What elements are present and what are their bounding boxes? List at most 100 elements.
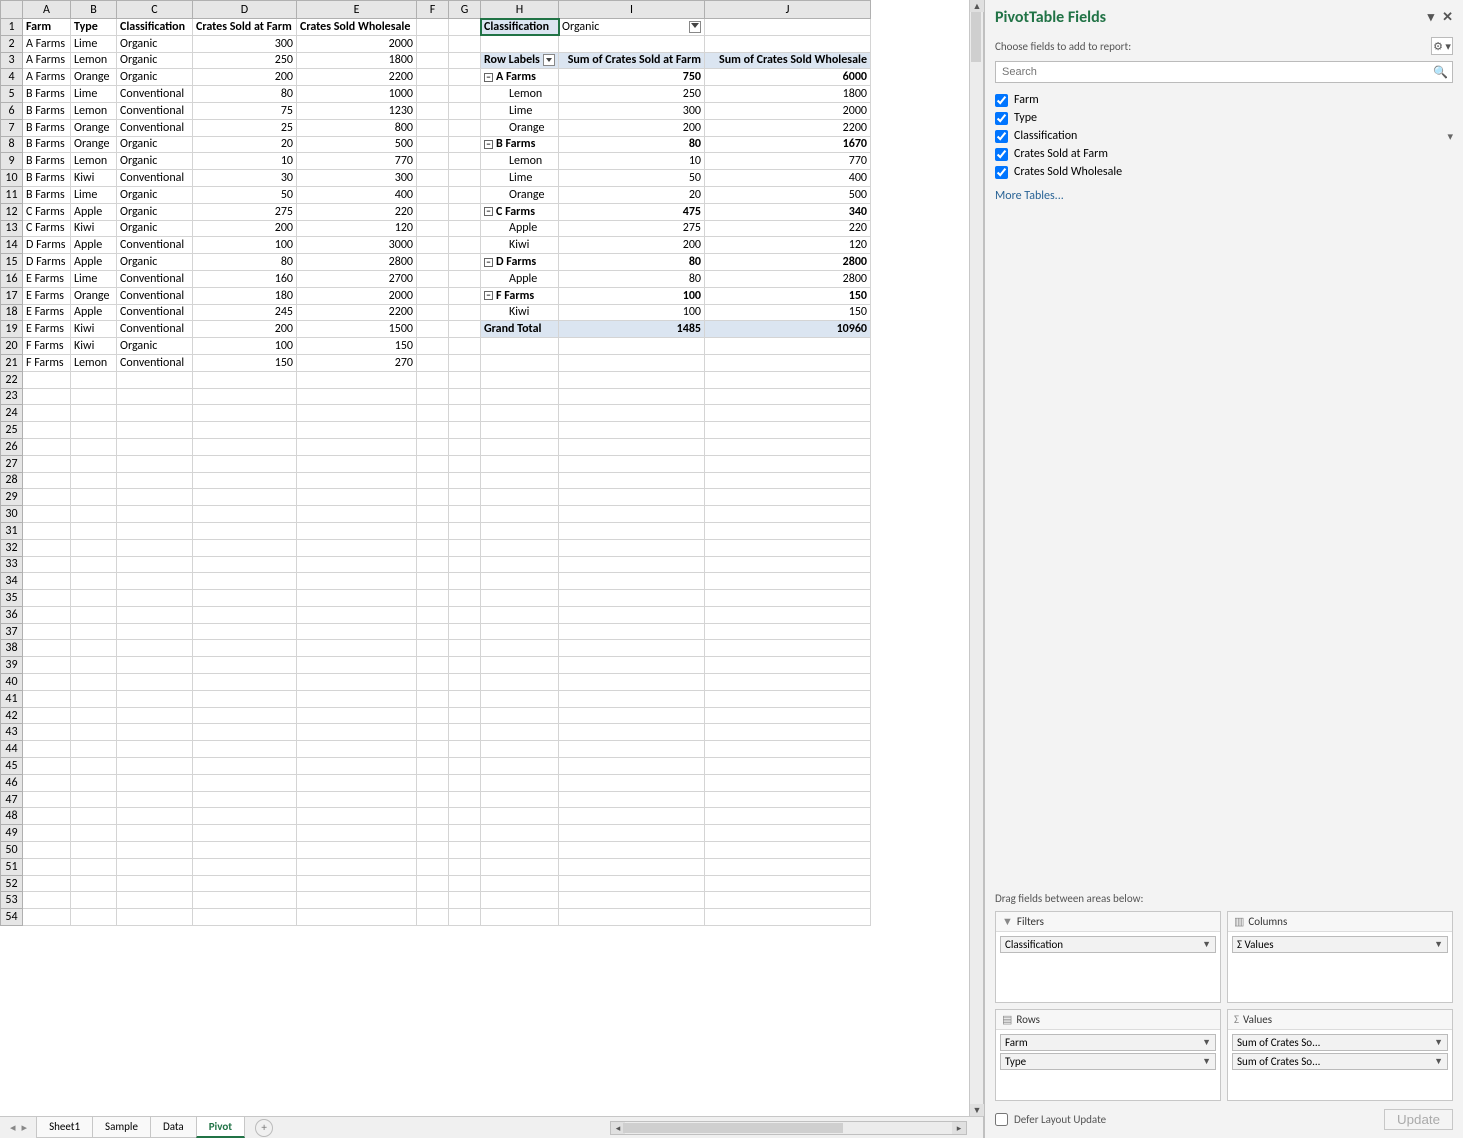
cell-F30[interactable] [417, 506, 449, 523]
cell-A16[interactable]: E Farms [23, 270, 71, 287]
cell-B36[interactable] [71, 606, 117, 623]
cell-E43[interactable] [297, 724, 417, 741]
cell-B21[interactable]: Lemon [71, 354, 117, 371]
cell-F13[interactable] [417, 220, 449, 237]
cell-H30[interactable] [481, 506, 559, 523]
cell-B14[interactable]: Apple [71, 237, 117, 254]
cell-G22[interactable] [449, 371, 481, 388]
row-header-46[interactable]: 46 [1, 774, 23, 791]
row-header-42[interactable]: 42 [1, 707, 23, 724]
cell-G39[interactable] [449, 657, 481, 674]
cell-G31[interactable] [449, 522, 481, 539]
row-header-33[interactable]: 33 [1, 556, 23, 573]
cell-A4[interactable]: A Farms [23, 69, 71, 86]
cell-I52[interactable] [559, 875, 705, 892]
cell-F16[interactable] [417, 270, 449, 287]
cell-F39[interactable] [417, 657, 449, 674]
row-header-39[interactable]: 39 [1, 657, 23, 674]
cell-H21[interactable] [481, 354, 559, 371]
cell-A6[interactable]: B Farms [23, 102, 71, 119]
cell-J53[interactable] [705, 892, 871, 909]
cell-C52[interactable] [117, 875, 193, 892]
cell-D49[interactable] [193, 825, 297, 842]
cell-C10[interactable]: Conventional [117, 170, 193, 187]
field-checkbox[interactable] [995, 148, 1008, 161]
cell-H28[interactable] [481, 472, 559, 489]
cell-G44[interactable] [449, 741, 481, 758]
col-header-C[interactable]: C [117, 1, 193, 19]
cell-E51[interactable] [297, 858, 417, 875]
cell-H6[interactable]: Lime [481, 102, 559, 119]
cell-B38[interactable] [71, 640, 117, 657]
tab-first-icon[interactable]: ◂ [10, 1121, 16, 1134]
cell-J33[interactable] [705, 556, 871, 573]
cell-I31[interactable] [559, 522, 705, 539]
cell-C16[interactable]: Conventional [117, 270, 193, 287]
cell-A35[interactable] [23, 590, 71, 607]
cell-G34[interactable] [449, 573, 481, 590]
field-checkbox[interactable] [995, 166, 1008, 179]
more-tables-link[interactable]: More Tables... [995, 189, 1453, 203]
cell-B15[interactable]: Apple [71, 254, 117, 271]
cell-D50[interactable] [193, 842, 297, 859]
area-pill[interactable]: Sum of Crates So...▼ [1232, 1034, 1448, 1051]
cell-H49[interactable] [481, 825, 559, 842]
cell-B4[interactable]: Orange [71, 69, 117, 86]
tab-scroll-buttons[interactable]: ◂ ▸ [0, 1121, 37, 1134]
cell-I41[interactable] [559, 690, 705, 707]
cell-H47[interactable] [481, 791, 559, 808]
cell-B34[interactable] [71, 573, 117, 590]
cell-E25[interactable] [297, 422, 417, 439]
cell-C39[interactable] [117, 657, 193, 674]
cell-G53[interactable] [449, 892, 481, 909]
cell-G27[interactable] [449, 455, 481, 472]
cell-H8[interactable]: −B Farms [481, 136, 559, 153]
row-header-50[interactable]: 50 [1, 842, 23, 859]
cell-I6[interactable]: 300 [559, 102, 705, 119]
cell-H26[interactable] [481, 438, 559, 455]
area-pill[interactable]: Classification▼ [1000, 936, 1216, 953]
cell-G12[interactable] [449, 203, 481, 220]
cell-G37[interactable] [449, 623, 481, 640]
cell-E49[interactable] [297, 825, 417, 842]
row-header-35[interactable]: 35 [1, 590, 23, 607]
cell-F46[interactable] [417, 774, 449, 791]
cell-E1[interactable]: Crates Sold Wholesale [297, 19, 417, 36]
cell-C33[interactable] [117, 556, 193, 573]
cell-B28[interactable] [71, 472, 117, 489]
cell-E31[interactable] [297, 522, 417, 539]
cell-F9[interactable] [417, 153, 449, 170]
cell-F49[interactable] [417, 825, 449, 842]
row-header-34[interactable]: 34 [1, 573, 23, 590]
cell-E3[interactable]: 1800 [297, 52, 417, 69]
cell-E7[interactable]: 800 [297, 119, 417, 136]
cell-J4[interactable]: 6000 [705, 69, 871, 86]
cell-F3[interactable] [417, 52, 449, 69]
row-header-20[interactable]: 20 [1, 338, 23, 355]
cell-J9[interactable]: 770 [705, 153, 871, 170]
row-header-40[interactable]: 40 [1, 674, 23, 691]
cell-H34[interactable] [481, 573, 559, 590]
tab-next-icon[interactable]: ▸ [22, 1121, 28, 1134]
cell-H2[interactable] [481, 35, 559, 52]
cell-B33[interactable] [71, 556, 117, 573]
cell-H18[interactable]: Kiwi [481, 304, 559, 321]
cell-J36[interactable] [705, 606, 871, 623]
cell-F4[interactable] [417, 69, 449, 86]
row-header-54[interactable]: 54 [1, 909, 23, 926]
cell-J43[interactable] [705, 724, 871, 741]
cell-C8[interactable]: Organic [117, 136, 193, 153]
cell-D12[interactable]: 275 [193, 203, 297, 220]
cell-F43[interactable] [417, 724, 449, 741]
cell-A39[interactable] [23, 657, 71, 674]
cell-B40[interactable] [71, 674, 117, 691]
cell-J37[interactable] [705, 623, 871, 640]
cell-A25[interactable] [23, 422, 71, 439]
cell-C20[interactable]: Organic [117, 338, 193, 355]
cell-I23[interactable] [559, 388, 705, 405]
cell-C47[interactable] [117, 791, 193, 808]
cell-D48[interactable] [193, 808, 297, 825]
cell-H39[interactable] [481, 657, 559, 674]
cell-B13[interactable]: Kiwi [71, 220, 117, 237]
cell-B53[interactable] [71, 892, 117, 909]
